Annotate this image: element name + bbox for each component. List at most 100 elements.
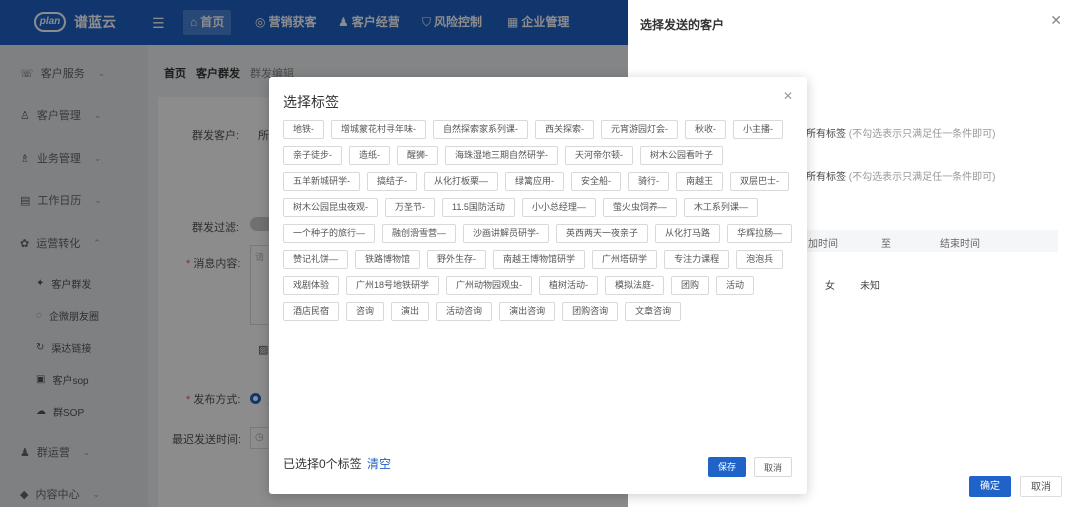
tag-chip[interactable]: 活动咨询 (436, 302, 493, 321)
gender-unknown[interactable]: 未知 (860, 277, 880, 292)
tag-chip[interactable]: 南越王 (676, 172, 724, 191)
tag-chip-label: 广州塔研学 (602, 254, 648, 264)
tag-chip[interactable]: 绿篱应用- (505, 172, 565, 191)
tag-chip-label: 融创滑雪营— (392, 228, 447, 238)
tag-chip[interactable]: 英西两天一夜亲子 (556, 224, 649, 243)
tag-chip-label: 安全船- (581, 176, 612, 186)
tag-chip[interactable]: 万圣节- (385, 198, 435, 217)
tag-chip-label: 11.5国防活动 (452, 202, 505, 212)
tag-chip[interactable]: 模拟法庭- (605, 276, 665, 295)
tag-chip[interactable]: 增城蒙花村寻年味- (331, 120, 426, 139)
tag-chip-label: 活动 (726, 280, 745, 290)
save-button[interactable]: 保存 (708, 457, 746, 477)
close-icon[interactable]: ✕ (1050, 12, 1062, 29)
tag-chip[interactable]: 咨询 (346, 302, 385, 321)
drawer-line1-hint: (不勾选表示只满足任一条件即可) (848, 129, 996, 140)
start-time-header: 加时间 (808, 239, 838, 250)
tag-chip-label: 小主播- (743, 124, 773, 134)
tag-chip-label: 地铁- (293, 124, 314, 134)
tag-chip-label: 文章咨询 (635, 306, 672, 316)
tag-chip[interactable]: 醒狮- (397, 146, 438, 165)
tag-chip[interactable]: 南越王博物馆研学 (493, 250, 586, 269)
tag-chip[interactable]: 五羊新城研学- (283, 172, 360, 191)
tag-chip[interactable]: 酒店民宿 (283, 302, 340, 321)
tag-chip-label: 团购咨询 (572, 306, 609, 316)
tag-chip[interactable]: 元宵游园灯会- (601, 120, 678, 139)
tag-chip[interactable]: 从化打板栗— (424, 172, 499, 191)
tag-chip-label: 增城蒙花村寻年味- (341, 124, 416, 134)
tag-chip[interactable]: 一个种子的旅行— (283, 224, 376, 243)
tag-chip[interactable]: 西关探索- (535, 120, 594, 139)
tag-chip[interactable]: 团购咨询 (562, 302, 619, 321)
drawer-line2-hint: (不勾选表示只满足任一条件即可) (848, 172, 996, 183)
tag-chip[interactable]: 小主播- (733, 120, 783, 139)
tag-chip[interactable]: 铁路博物馆 (355, 250, 421, 269)
tag-chip[interactable]: 沙画讲解员研学- (463, 224, 550, 243)
tag-chip[interactable]: 泡泡兵 (736, 250, 784, 269)
tag-chip-label: 咨询 (356, 306, 375, 316)
tag-chip-label: 海珠湿地三期自然研学- (455, 150, 548, 160)
tag-chip[interactable]: 萤火虫饲养— (602, 198, 677, 217)
tag-chip[interactable]: 双层巴士- (730, 172, 790, 191)
tag-chip-label: 绿篱应用- (515, 176, 555, 186)
clear-link[interactable]: 清空 (367, 455, 391, 472)
tag-chip[interactable]: 戏剧体验 (283, 276, 340, 295)
tag-chip-label: 南越王 (686, 176, 714, 186)
tag-chip[interactable]: 亲子徒步- (283, 146, 342, 165)
drawer-line2-label: 所有标签 (806, 172, 846, 183)
tag-chip[interactable]: 造纸- (349, 146, 390, 165)
tag-chip[interactable]: 地铁- (283, 120, 324, 139)
drawer-confirm-button[interactable]: 确定 (969, 476, 1011, 497)
tag-chip-label: 搞结子- (377, 176, 407, 186)
tag-chip[interactable]: 演出咨询 (499, 302, 556, 321)
tag-chip[interactable]: 树木公园昆虫夜观- (283, 198, 378, 217)
tag-chip[interactable]: 天河帝尔顿- (565, 146, 633, 165)
tag-chip-label: 醒狮- (407, 150, 428, 160)
gender-female[interactable]: 女 (825, 277, 835, 292)
modal-title: 选择标签 (283, 94, 339, 110)
tag-chip[interactable]: 广州动物园观虫- (446, 276, 533, 295)
tag-chip[interactable]: 植树活动- (539, 276, 599, 295)
tag-chip-label: 泡泡兵 (746, 254, 774, 264)
tag-chip[interactable]: 广州18号地铁研学 (346, 276, 440, 295)
tag-chip[interactable]: 文章咨询 (625, 302, 682, 321)
drawer-line1-label: 所有标签 (806, 129, 846, 140)
tag-chip[interactable]: 自然探索家系列课- (433, 120, 528, 139)
tag-chip[interactable]: 野外生存- (427, 250, 487, 269)
tag-chip[interactable]: 搞结子- (367, 172, 417, 191)
tag-chip[interactable]: 11.5国防活动 (442, 198, 515, 217)
tag-chip[interactable]: 树木公园看叶子 (640, 146, 724, 165)
tag-chip[interactable]: 广州塔研学 (592, 250, 658, 269)
tag-chip[interactable]: 从化打马路 (655, 224, 721, 243)
tag-chip-label: 赞记礼饼— (293, 254, 339, 264)
modal-close-icon[interactable]: ✕ (783, 89, 793, 103)
tag-chip-label: 广州18号地铁研学 (356, 280, 430, 290)
cancel-button[interactable]: 取消 (754, 457, 792, 477)
tag-chip[interactable]: 演出 (391, 302, 430, 321)
tag-chip[interactable]: 专注力课程 (664, 250, 730, 269)
tag-chip-label: 木工系列课— (693, 202, 748, 212)
selected-count: 已选择0个标签 (283, 457, 362, 471)
tag-chip[interactable]: 秋收- (685, 120, 726, 139)
tag-chip[interactable]: 木工系列课— (683, 198, 758, 217)
tag-chip[interactable]: 骑行- (628, 172, 670, 191)
drawer-cancel-button[interactable]: 取消 (1020, 476, 1062, 497)
tag-chip-label: 自然探索家系列课- (443, 124, 518, 134)
tag-chip-label: 团购 (681, 280, 700, 290)
tag-chip-label: 五羊新城研学- (293, 176, 350, 186)
drawer-tag-line-1: 所有标签 (不勾选表示只满足任一条件即可) (806, 125, 995, 140)
tag-chip-label: 沙画讲解员研学- (473, 228, 540, 238)
tag-chip[interactable]: 融创滑雪营— (382, 224, 457, 243)
tag-chip[interactable]: 小小总经理— (521, 198, 596, 217)
tag-chip[interactable]: 团购 (671, 276, 710, 295)
tag-chip-label: 野外生存- (437, 254, 477, 264)
tag-chip[interactable]: 安全船- (571, 172, 622, 191)
tag-list-area[interactable]: 地铁- 增城蒙花村寻年味- 自然探索家系列课- 西关探索- 元宵游园灯会- 秋收- 小主播-… (283, 117, 793, 437)
tag-chip[interactable]: 华辉拉肠— (727, 224, 793, 243)
tag-chip[interactable]: 海珠湿地三期自然研学- (445, 146, 558, 165)
range-separator: 至 (881, 239, 891, 250)
tag-chip-label: 树木公园昆虫夜观- (293, 202, 368, 212)
tag-chip[interactable]: 活动 (716, 276, 755, 295)
tag-chip[interactable]: 赞记礼饼— (283, 250, 349, 269)
tag-chip-label: 酒店民宿 (293, 306, 330, 316)
